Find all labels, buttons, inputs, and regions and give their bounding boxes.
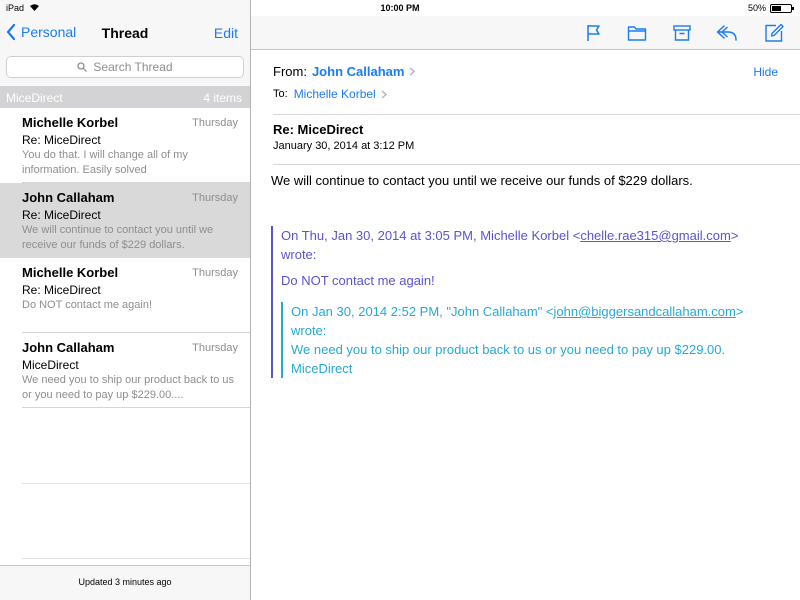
- quote-header: On Jan 30, 2014 2:52 PM, "John Callaham"…: [291, 302, 791, 321]
- flag-button[interactable]: [584, 23, 604, 43]
- quote-header-text: On Thu, Jan 30, 2014 at 3:05 PM, Michell…: [281, 228, 581, 243]
- status-bar: iPad 10:00 PM 50%: [0, 0, 800, 16]
- quote-wrote: wrote:: [291, 323, 327, 338]
- quote-signature: MiceDirect: [291, 361, 353, 376]
- battery-percent: 50%: [747, 3, 766, 13]
- message-date: Thursday: [192, 192, 238, 204]
- row-divider: [22, 483, 250, 484]
- message-date: Thursday: [192, 267, 238, 279]
- email-link[interactable]: john@biggersandcallaham.com: [554, 304, 736, 319]
- pane-divider: [250, 0, 251, 600]
- message-preview: We will continue to contact you until we…: [22, 224, 214, 251]
- chevron-right-icon: [381, 90, 387, 98]
- message-toolbar: [251, 16, 800, 50]
- email-link[interactable]: chelle.rae315@gmail.com: [580, 228, 731, 243]
- hide-details-button[interactable]: Hide: [753, 65, 778, 79]
- compose-button[interactable]: [764, 23, 784, 43]
- reply-icon: [716, 25, 737, 41]
- archive-button[interactable]: [672, 23, 692, 43]
- quote-text: Do NOT contact me again!: [281, 273, 435, 288]
- thread-list-pane: Personal Thread Edit Search Thread MiceD…: [0, 0, 250, 600]
- search-icon: [77, 62, 88, 72]
- compose-icon: [765, 23, 784, 42]
- battery-fill: [772, 6, 781, 11]
- message-preview: Do NOT contact me again!: [22, 299, 153, 311]
- message-row[interactable]: Michelle Korbel Thursday Re: MiceDirect …: [0, 258, 250, 333]
- message-date: Thursday: [192, 117, 238, 129]
- from-line: From: John Callaham: [273, 64, 416, 79]
- message-row[interactable]: Michelle Korbel Thursday Re: MiceDirect …: [0, 108, 250, 183]
- row-divider: [22, 558, 250, 559]
- thread-nav-bar: Personal Thread Edit: [0, 16, 250, 50]
- header-divider: [273, 114, 800, 115]
- status-time: 10:00 PM: [380, 3, 420, 13]
- empty-list-area: [0, 408, 250, 565]
- quote-wrote: wrote:: [281, 247, 317, 262]
- quote-header: On Thu, Jan 30, 2014 at 3:05 PM, Michell…: [281, 226, 791, 245]
- message-date: Thursday: [192, 342, 238, 354]
- message-subject: Re: MiceDirect: [22, 133, 101, 147]
- group-name: MiceDirect: [6, 91, 63, 105]
- quote-header-text: On Jan 30, 2014 2:52 PM, "John Callaham"…: [291, 304, 554, 319]
- group-count: 4 items: [203, 91, 242, 105]
- reply-button[interactable]: [716, 23, 738, 43]
- message-subject: Re: MiceDirect: [22, 283, 101, 297]
- message-timestamp: January 30, 2014 at 3:12 PM: [273, 140, 415, 152]
- move-folder-button[interactable]: [627, 23, 647, 43]
- quote-header-end: >: [730, 228, 739, 243]
- battery-icon: [770, 4, 794, 13]
- message-row-selected[interactable]: John Callaham Thursday Re: MiceDirect We…: [0, 183, 250, 258]
- thread-title: Thread: [101, 25, 149, 41]
- quoted-reply-level-2: On Jan 30, 2014 2:52 PM, "John Callaham"…: [281, 302, 791, 378]
- message-sender: John Callaham: [22, 190, 115, 205]
- message-list: Michelle Korbel Thursday Re: MiceDirect …: [0, 108, 250, 408]
- message-subject-heading: Re: MiceDirect: [273, 122, 364, 137]
- message-preview: We need you to ship our product back to …: [22, 374, 234, 401]
- archive-icon: [673, 25, 691, 41]
- quote-text: We need you to ship our product back to …: [291, 342, 726, 357]
- flag-icon: [587, 25, 600, 41]
- edit-button[interactable]: Edit: [214, 25, 238, 41]
- search-input[interactable]: Search Thread: [6, 56, 244, 78]
- header-divider: [273, 164, 800, 165]
- quoted-reply-level-1: On Thu, Jan 30, 2014 at 3:05 PM, Michell…: [271, 226, 791, 378]
- message-preview: You do that. I will change all of my inf…: [22, 149, 188, 176]
- message-body: We will continue to contact you until we…: [271, 173, 693, 188]
- quote-header-end: >: [735, 304, 744, 319]
- message-sender: Michelle Korbel: [22, 115, 119, 130]
- to-label: To:: [273, 88, 288, 100]
- message-row[interactable]: John Callaham Thursday MiceDirect We nee…: [0, 333, 250, 408]
- to-line: To: Michelle Korbel: [273, 87, 387, 101]
- search-placeholder: Search Thread: [93, 60, 173, 74]
- from-sender-link[interactable]: John Callaham: [312, 64, 404, 79]
- to-recipient-link[interactable]: Michelle Korbel: [294, 87, 376, 101]
- message-sender: John Callaham: [22, 340, 115, 355]
- chevron-right-icon: [409, 67, 416, 76]
- message-subject: MiceDirect: [22, 358, 79, 372]
- message-sender: Michelle Korbel: [22, 265, 119, 280]
- from-label: From:: [273, 64, 307, 79]
- thread-group-header: MiceDirect 4 items: [0, 86, 250, 108]
- message-subject: Re: MiceDirect: [22, 208, 101, 222]
- update-status: Updated 3 minutes ago: [0, 565, 250, 600]
- folder-icon: [627, 26, 647, 41]
